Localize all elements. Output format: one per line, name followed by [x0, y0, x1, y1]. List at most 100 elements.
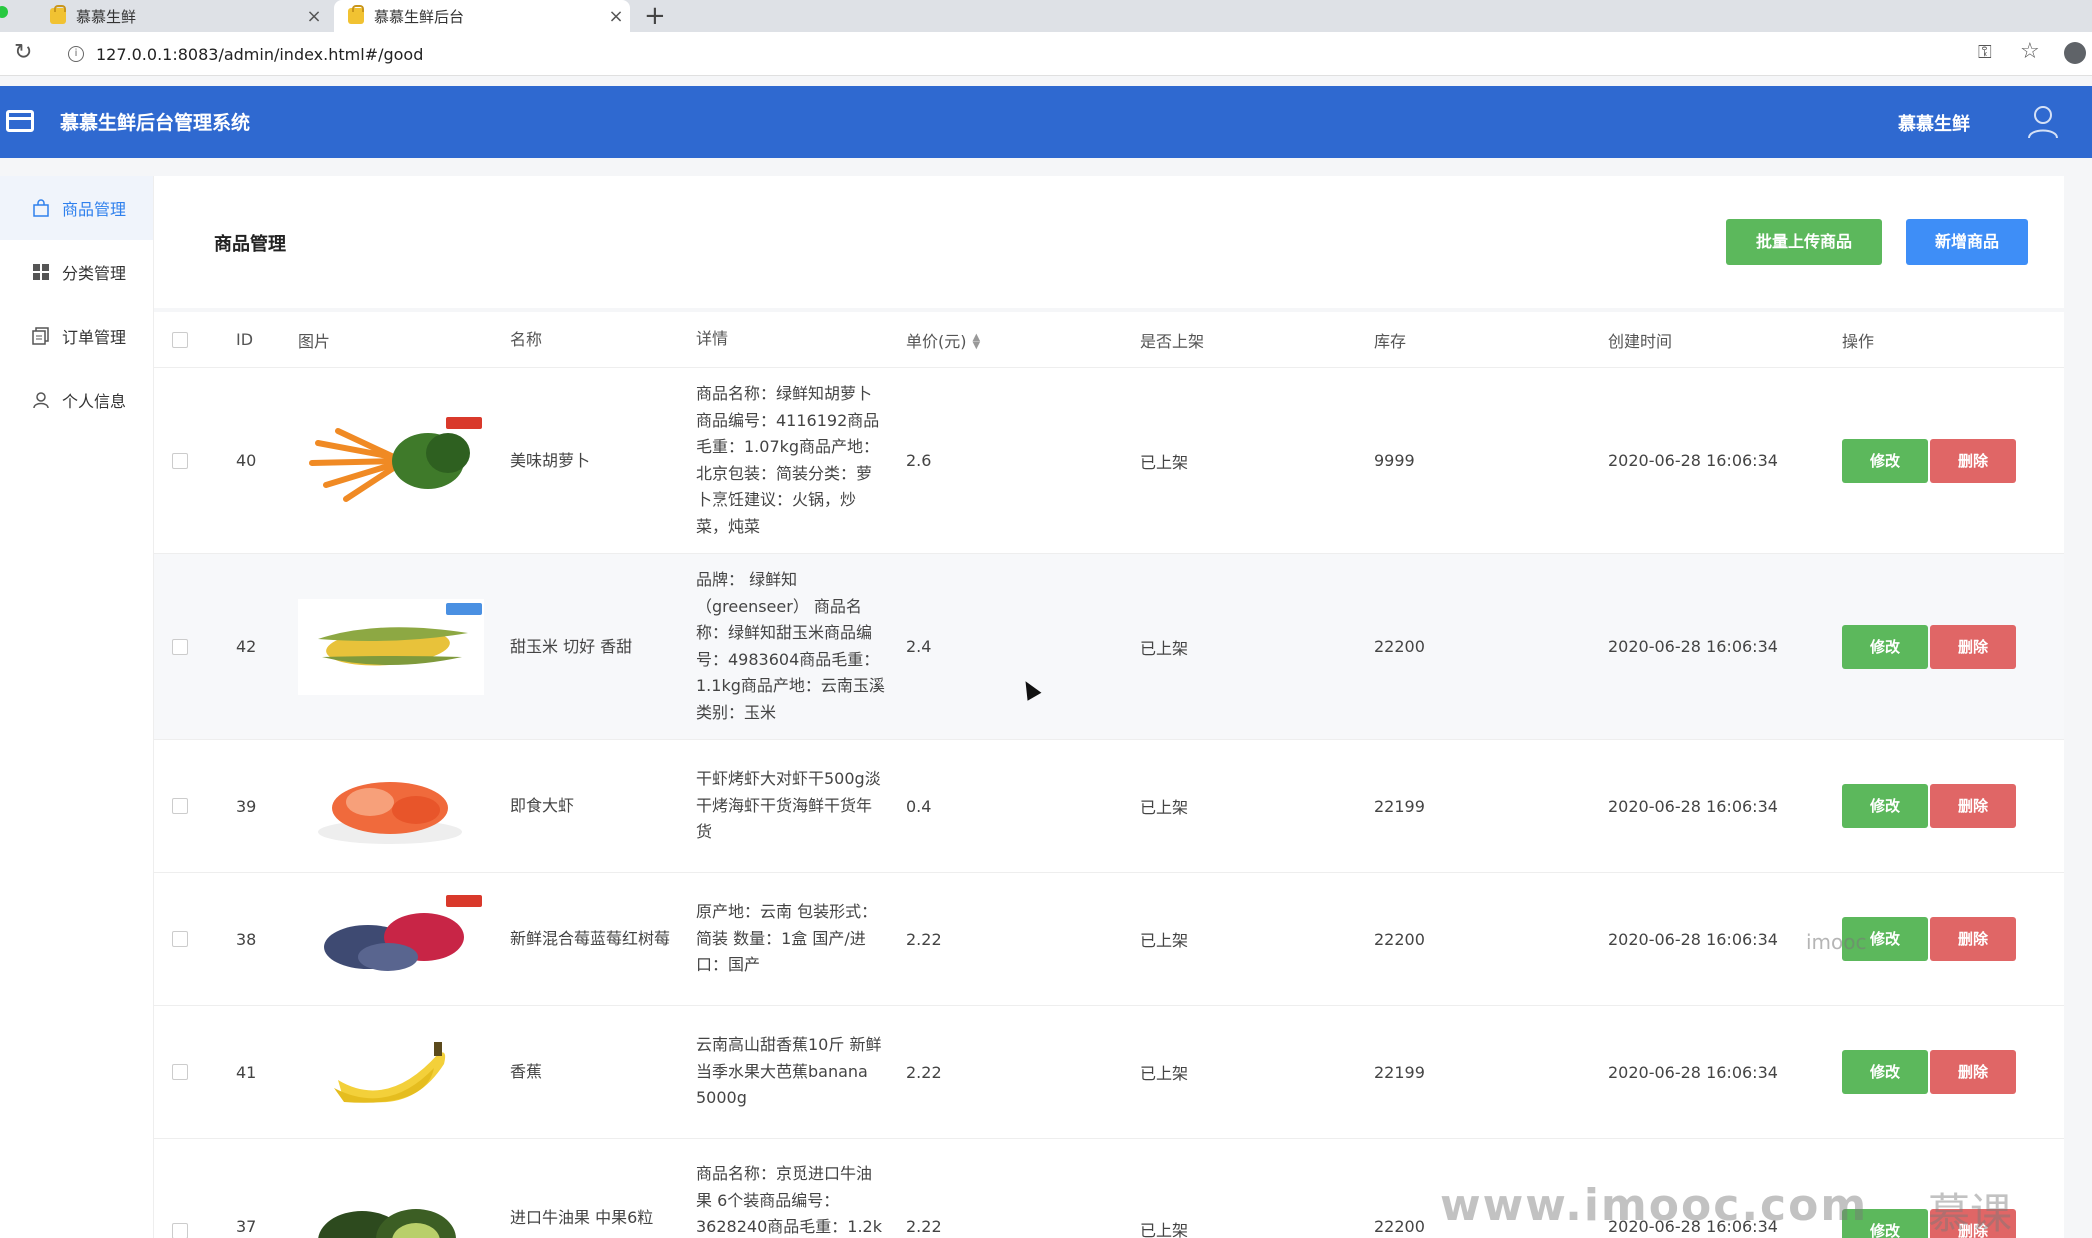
- table-row: 38 新鲜混合莓蓝莓红树莓 原产地：云南 包装形式：简装 数量：1盒 国产/进口…: [154, 873, 2064, 1006]
- price-column-header[interactable]: 单价(元) ▲ ▼: [906, 328, 1140, 352]
- cell-status: 已上架: [1140, 1064, 1189, 1083]
- tab-title: 慕慕生鲜: [76, 7, 137, 26]
- profile-icon[interactable]: [2064, 42, 2086, 64]
- header-username[interactable]: 慕慕生鲜: [1898, 110, 1970, 136]
- info-icon[interactable]: i: [68, 46, 84, 62]
- add-product-button[interactable]: 新增商品: [1906, 219, 2028, 265]
- edit-button[interactable]: 修改: [1842, 784, 1928, 828]
- cell-created-time: 2020-06-28 16:06:34: [1608, 451, 1778, 470]
- product-image-berries: [298, 891, 484, 987]
- tab-close-icon[interactable]: ×: [602, 6, 630, 27]
- delete-button[interactable]: 删除: [1930, 438, 2016, 483]
- delete-button[interactable]: 删除: [1930, 784, 2016, 828]
- cell-status: 已上架: [1140, 1221, 1189, 1238]
- cell-name: 香蕉: [510, 1062, 543, 1081]
- tab-favicon-icon: [50, 5, 66, 24]
- column-header: ID: [236, 330, 254, 349]
- table-header: ID 图片 名称 详情 单价(元) ▲ ▼ 是否上架 库存 创建时间 操作: [154, 312, 2064, 368]
- sidebar-item-profile[interactable]: 个人信息: [0, 368, 153, 432]
- cell-detail: 品牌： 绿鲜知（greenseer） 商品名称：绿鲜知甜玉米商品编号：49836…: [696, 570, 885, 722]
- cell-id: 40: [236, 451, 257, 470]
- watermark-site: www.imooc.com: [1440, 1180, 1869, 1231]
- batch-upload-button[interactable]: 批量上传商品: [1726, 219, 1882, 265]
- product-table: ID 图片 名称 详情 单价(元) ▲ ▼ 是否上架 库存 创建时间 操作 40 美…: [154, 312, 2064, 1238]
- edit-button[interactable]: 修改: [1842, 1050, 1928, 1094]
- reload-icon[interactable]: ↻: [14, 42, 36, 64]
- cell-name: 甜玉米 切好 香甜: [510, 636, 633, 656]
- app-header: 慕慕生鲜后台管理系统 慕慕生鲜: [0, 86, 2092, 158]
- row-checkbox[interactable]: [172, 1223, 188, 1238]
- column-header: 操作: [1842, 331, 1875, 351]
- cell-stock: 22200: [1374, 637, 1425, 656]
- product-image-shrimp: [298, 758, 484, 854]
- cell-price: 2.22: [906, 929, 942, 949]
- window-control-icon[interactable]: [0, 6, 8, 18]
- edit-button[interactable]: 修改: [1842, 624, 1928, 669]
- row-checkbox[interactable]: [172, 1064, 188, 1080]
- sidebar-item-label: 订单管理: [62, 328, 127, 347]
- tab-close-icon[interactable]: ×: [300, 6, 328, 27]
- cell-id: 39: [236, 796, 257, 816]
- delete-button[interactable]: 删除: [1930, 1050, 2016, 1094]
- new-tab-icon[interactable]: +: [644, 0, 666, 32]
- column-header: 创建时间: [1608, 331, 1673, 351]
- sidebar-item-categories[interactable]: 分类管理: [0, 240, 153, 304]
- cell-stock: 22199: [1374, 1062, 1425, 1082]
- cell-detail: 商品名称：绿鲜知胡萝卜商品编号：4116192商品毛重：1.07kg商品产地：北…: [696, 384, 880, 536]
- cell-created-time: 2020-06-28 16:06:34: [1608, 1062, 1778, 1082]
- product-image-banana: [298, 1024, 484, 1120]
- cell-status: 已上架: [1140, 452, 1189, 472]
- avatar-icon[interactable]: [2026, 104, 2060, 140]
- cell-id: 41: [236, 1062, 257, 1082]
- edit-button[interactable]: 修改: [1842, 438, 1928, 483]
- order-icon: [32, 327, 50, 345]
- table-row: 39 即食大虾 干虾烤虾大对虾干500g淡干烤海虾干货海鲜干货年货 0.4 已上…: [154, 740, 2064, 873]
- browser-tab[interactable]: 慕慕生鲜 ×: [36, 0, 328, 32]
- sidebar-item-label: 个人信息: [62, 392, 127, 411]
- bag-icon: [32, 199, 50, 217]
- user-icon: [32, 391, 50, 409]
- sidebar-item-products[interactable]: 商品管理: [0, 176, 153, 240]
- browser-address-bar: ↻ i 127.0.0.1:8083/admin/index.html#/goo…: [0, 32, 2092, 76]
- sort-icon[interactable]: ▲ ▼: [973, 333, 981, 351]
- row-checkbox[interactable]: [172, 931, 188, 947]
- cell-name: 即食大虾: [510, 796, 575, 815]
- content-header: 商品管理 批量上传商品 新增商品: [154, 176, 2064, 308]
- app-title: 慕慕生鲜后台管理系统: [60, 112, 251, 134]
- row-checkbox[interactable]: [172, 798, 188, 814]
- table-row: 41 香蕉 云南高山甜香蕉10斤 新鲜当季水果大芭蕉banana 5000g 2…: [154, 1006, 2064, 1139]
- delete-button[interactable]: 删除: [1930, 624, 2016, 669]
- product-image-avocado: [298, 1181, 484, 1238]
- cell-id: 38: [236, 929, 257, 949]
- table-row: 42 甜玉米 切好 香甜 品牌： 绿鲜知（greenseer） 商品名称：绿鲜知…: [154, 554, 2064, 740]
- column-header: 图片: [298, 331, 331, 351]
- sidebar-item-orders[interactable]: 订单管理: [0, 304, 153, 368]
- column-header: 详情: [696, 329, 729, 349]
- cell-price: 2.22: [906, 1062, 942, 1082]
- select-all-checkbox[interactable]: [172, 331, 188, 348]
- column-header-label: 单价(元): [906, 331, 967, 351]
- tab-favicon-icon: [348, 5, 364, 24]
- url-text[interactable]: 127.0.0.1:8083/admin/index.html#/good: [96, 45, 423, 64]
- logo-icon: [6, 110, 34, 132]
- cell-id: 37: [236, 1217, 257, 1236]
- browser-tab-active[interactable]: 慕慕生鲜后台 ×: [334, 0, 630, 32]
- sidebar-item-label: 分类管理: [62, 264, 127, 283]
- sidebar: 商品管理 分类管理 订单管理 个人信息: [0, 176, 154, 1238]
- url-field[interactable]: i 127.0.0.1:8083/admin/index.html#/good: [54, 38, 1954, 70]
- cell-status: 已上架: [1140, 931, 1189, 950]
- cell-detail: 商品名称：京觅进口牛油果 6个装商品编号：3628240商品毛重：1.2k: [696, 1164, 882, 1236]
- cell-name: 进口牛油果 中果6粒: [510, 1208, 654, 1227]
- cell-id: 42: [236, 637, 257, 656]
- product-image-corn: [298, 598, 484, 695]
- delete-button[interactable]: 删除: [1930, 917, 2016, 961]
- column-header: 名称: [510, 329, 543, 349]
- cell-price: 0.4: [906, 796, 932, 816]
- cell-detail: 云南高山甜香蕉10斤 新鲜当季水果大芭蕉banana 5000g: [696, 1035, 882, 1108]
- row-checkbox[interactable]: [172, 638, 188, 655]
- cell-status: 已上架: [1140, 798, 1189, 817]
- key-icon[interactable]: ⚿: [1978, 42, 1992, 63]
- star-icon[interactable]: ☆: [2020, 39, 2040, 64]
- table-row: 40 美味胡萝卜 商品名称：绿鲜知胡萝卜商品编号：4116192商品毛重：1.0…: [154, 368, 2064, 554]
- row-checkbox[interactable]: [172, 452, 188, 469]
